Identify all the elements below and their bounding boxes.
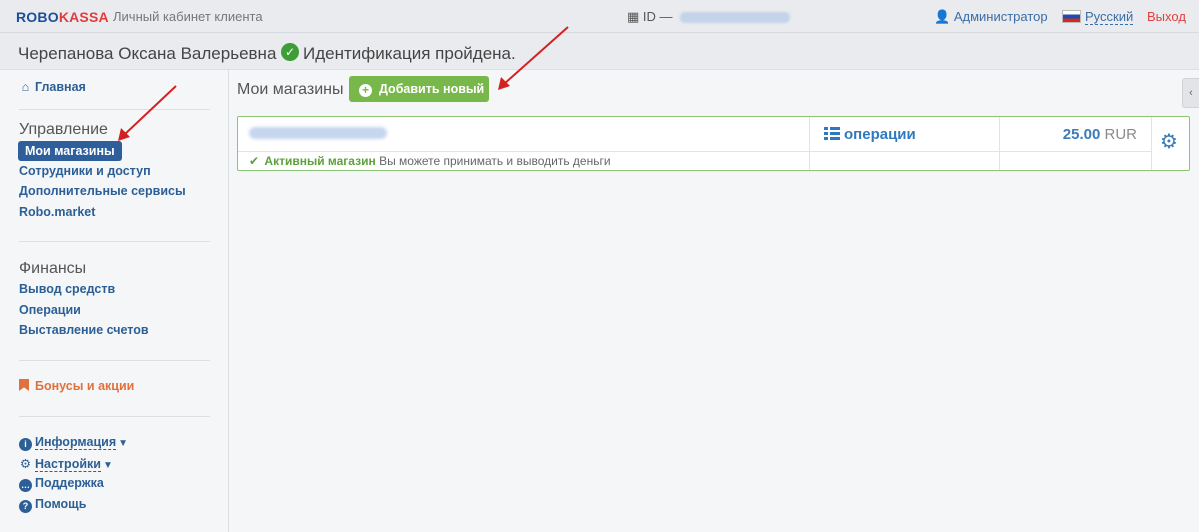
shop-card: операции 25.00 RUR ⚙ ✔ Активный магазин …	[237, 116, 1190, 171]
info-icon: i	[19, 438, 32, 451]
language-label: Русский	[1085, 9, 1134, 25]
sidebar-item-label: Информация	[35, 435, 117, 450]
main-content: Мои магазины + Добавить новый ‹ операции …	[229, 70, 1199, 532]
status-divider	[238, 151, 1152, 152]
logout-link[interactable]: Выход	[1147, 9, 1186, 24]
sidebar-item-label: Главная	[35, 80, 86, 94]
user-role-link[interactable]: 👤 Администратор	[934, 9, 1048, 25]
shop-balance-currency: RUR	[1104, 126, 1138, 143]
add-shop-button-label: Добавить новый	[379, 82, 485, 96]
sidebar-item-bonuses[interactable]: Бонусы и акции	[19, 379, 134, 393]
sidebar-item-my-shops[interactable]: Мои магазины	[18, 141, 122, 161]
plus-circle-icon: +	[359, 84, 372, 97]
sidebar-item-staff[interactable]: Сотрудники и доступ	[19, 164, 151, 178]
robokassa-logo[interactable]: ROBOKASSA	[16, 9, 109, 25]
chat-icon: …	[19, 479, 32, 492]
sidebar: ⌂ Главная Управление Мои магазины Сотрудн…	[0, 70, 229, 532]
home-icon: ⌂	[21, 80, 30, 94]
sidebar-item-robo-market[interactable]: Robo.market	[19, 205, 95, 219]
user-bar: Черепанова Оксана Валерьевна ✓ Идентифик…	[0, 33, 1199, 70]
russia-flag-icon	[1062, 10, 1081, 23]
user-role-label: Администратор	[953, 9, 1048, 24]
sidebar-item-settings[interactable]: ⚙ Настройки ▼	[19, 456, 113, 472]
sidebar-item-label: Настройки	[35, 457, 101, 472]
cell-divider	[1151, 117, 1152, 170]
verification-status: Идентификация пройдена.	[303, 44, 516, 63]
bookmark-icon	[19, 379, 29, 391]
caret-down-icon: ▼	[118, 438, 129, 449]
sidebar-section-finance: Финансы	[19, 260, 87, 277]
sidebar-item-withdraw[interactable]: Вывод средств	[19, 282, 115, 296]
shop-status-description: Вы можете принимать и выводить деньги	[379, 154, 611, 168]
logo-robo: ROBO	[16, 9, 59, 25]
question-icon: ?	[19, 500, 32, 513]
top-bar: ROBOKASSA Личный кабинет клиента ▦ ID — …	[0, 0, 1199, 33]
sidebar-divider	[19, 416, 210, 417]
account-id-label: ID —	[642, 9, 673, 24]
gear-icon[interactable]: ⚙	[1160, 132, 1178, 152]
list-icon	[824, 127, 840, 140]
language-selector[interactable]: Русский	[1062, 9, 1134, 25]
sidebar-item-home[interactable]: ⌂ Главная	[19, 80, 86, 94]
sidebar-section-management: Управление	[19, 121, 108, 138]
user-full-name: Черепанова Оксана Валерьевна	[18, 44, 277, 63]
cell-divider	[809, 117, 810, 170]
shop-operations-link[interactable]: операции	[824, 126, 916, 143]
sidebar-item-info[interactable]: i Информация ▼	[19, 435, 128, 451]
sidebar-item-extra-services[interactable]: Дополнительные сервисы	[19, 184, 186, 198]
cell-divider	[999, 117, 1000, 170]
sidebar-divider	[19, 241, 210, 242]
building-icon: ▦	[627, 9, 640, 24]
chevron-left-icon: ‹	[1189, 87, 1193, 99]
shop-balance: 25.00 RUR	[1000, 126, 1137, 143]
sidebar-item-invoices[interactable]: Выставление счетов	[19, 323, 149, 337]
account-id: ▦ ID —	[627, 9, 791, 25]
sidebar-item-help[interactable]: ? Помощь	[19, 497, 86, 513]
collapse-panel-button[interactable]: ‹	[1182, 78, 1199, 108]
sidebar-divider	[19, 360, 210, 361]
sidebar-item-label: Помощь	[35, 497, 87, 511]
sidebar-item-operations[interactable]: Операции	[19, 303, 81, 317]
shop-operations-label: операции	[844, 126, 916, 143]
shop-name-link[interactable]	[249, 127, 387, 139]
page-title: Мои магазины	[237, 81, 344, 98]
shop-status-active: Активный магазин	[264, 154, 376, 168]
add-shop-button[interactable]: + Добавить новый	[349, 76, 489, 102]
cog-icon: ⚙	[19, 457, 32, 471]
caret-down-icon: ▼	[102, 460, 113, 471]
sidebar-item-label: Поддержка	[35, 476, 104, 490]
shop-balance-amount: 25.00	[1062, 126, 1101, 143]
checkmark-icon: ✔	[249, 154, 260, 168]
sidebar-item-support[interactable]: … Поддержка	[19, 476, 104, 492]
account-id-blurred	[680, 12, 791, 24]
logo-kassa: KASSA	[58, 9, 109, 25]
sidebar-divider	[19, 109, 210, 110]
cabinet-title: Личный кабинет клиента	[113, 9, 263, 24]
user-icon: 👤	[934, 9, 951, 24]
check-circle-icon: ✓	[281, 43, 299, 61]
shop-status: ✔ Активный магазин Вы можете принимать и…	[249, 154, 611, 168]
sidebar-item-label: Бонусы и акции	[35, 379, 135, 393]
